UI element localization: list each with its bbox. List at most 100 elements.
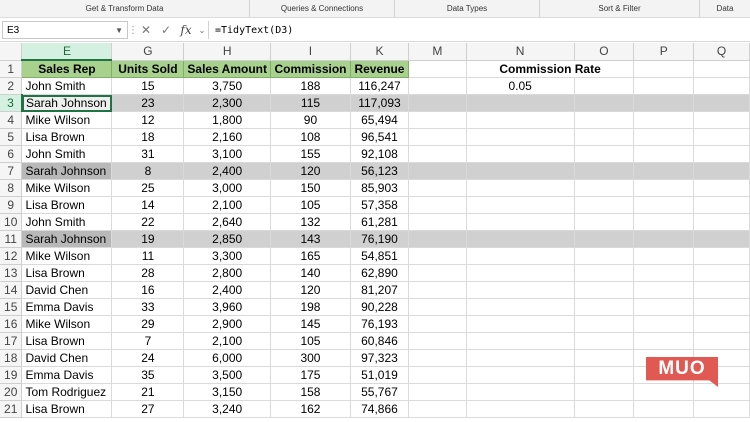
cell[interactable]	[408, 128, 467, 146]
row-header[interactable]: 10	[0, 213, 23, 231]
cell-sales-rep[interactable]: Mike Wilson	[21, 179, 113, 197]
cell[interactable]	[693, 145, 750, 163]
cell-units-sold[interactable]: 29	[111, 315, 185, 333]
cell[interactable]	[466, 247, 575, 265]
cell-sales-rep[interactable]: John Smith	[21, 77, 113, 95]
cell[interactable]	[693, 264, 750, 282]
cell[interactable]	[466, 162, 575, 180]
cell-revenue[interactable]: 116,247	[350, 77, 409, 95]
cell[interactable]	[633, 264, 695, 282]
row-header[interactable]: 4	[0, 111, 23, 129]
cell-sales-amount[interactable]: 3,150	[183, 383, 271, 401]
cell[interactable]	[693, 213, 750, 231]
cell-sales-rep[interactable]: Mike Wilson	[21, 315, 113, 333]
cell-commission[interactable]: 115	[270, 94, 351, 112]
row-header[interactable]: 7	[0, 162, 23, 180]
cell-sales-amount[interactable]: 1,800	[183, 111, 271, 129]
cell-sales-amount[interactable]: 3,500	[183, 366, 271, 384]
cell[interactable]	[693, 196, 750, 214]
cell[interactable]	[633, 332, 695, 350]
cell[interactable]	[466, 230, 575, 248]
cell-units-sold[interactable]: 15	[111, 77, 185, 95]
header-sales-amount[interactable]: Sales Amount	[183, 60, 271, 78]
cell[interactable]	[408, 332, 467, 350]
cell-sales-amount[interactable]: 2,300	[183, 94, 271, 112]
cell-units-sold[interactable]: 35	[111, 366, 185, 384]
cell[interactable]	[633, 400, 695, 418]
chevron-down-icon[interactable]: ▼	[115, 26, 123, 35]
row-header[interactable]: 6	[0, 145, 23, 163]
cell[interactable]	[408, 349, 467, 367]
cell-commission[interactable]: 120	[270, 162, 351, 180]
cell-commission[interactable]: 105	[270, 332, 351, 350]
cell-sales-amount[interactable]: 2,100	[183, 332, 271, 350]
cell[interactable]	[574, 196, 635, 214]
cell-sales-rep[interactable]: Lisa Brown	[21, 400, 113, 418]
cell[interactable]	[633, 77, 695, 95]
col-header-m[interactable]: M	[408, 43, 467, 61]
cell[interactable]	[466, 332, 575, 350]
cell-sales-amount[interactable]: 3,750	[183, 77, 271, 95]
cell-revenue[interactable]: 117,093	[350, 94, 409, 112]
cell-sales-amount[interactable]: 3,000	[183, 179, 271, 197]
cell-units-sold[interactable]: 12	[111, 111, 185, 129]
row-header[interactable]: 11	[0, 230, 23, 248]
cell-commission[interactable]: 120	[270, 281, 351, 299]
cell-units-sold[interactable]: 21	[111, 383, 185, 401]
cell[interactable]	[693, 77, 750, 95]
cell-commission[interactable]: 150	[270, 179, 351, 197]
cell[interactable]	[693, 383, 750, 401]
cell-sales-rep[interactable]: Emma Davis	[21, 366, 113, 384]
cell[interactable]	[693, 298, 750, 316]
col-header-q[interactable]: Q	[693, 43, 750, 61]
commission-rate-value[interactable]: 0.05	[466, 77, 575, 95]
cell[interactable]	[633, 179, 695, 197]
header-units-sold[interactable]: Units Sold	[111, 60, 185, 78]
cell[interactable]	[466, 315, 575, 333]
row-header[interactable]: 9	[0, 196, 23, 214]
cell-commission[interactable]: 143	[270, 230, 351, 248]
cell-units-sold[interactable]: 23	[111, 94, 185, 112]
cell[interactable]	[408, 264, 467, 282]
cell[interactable]	[693, 332, 750, 350]
cell[interactable]	[633, 298, 695, 316]
cell[interactable]	[693, 247, 750, 265]
cell-commission[interactable]: 145	[270, 315, 351, 333]
cell[interactable]	[693, 94, 750, 112]
cell[interactable]	[466, 111, 575, 129]
cell-commission[interactable]: 105	[270, 196, 351, 214]
cell-revenue[interactable]: 97,323	[350, 349, 409, 367]
cell-commission[interactable]: 175	[270, 366, 351, 384]
cell[interactable]	[408, 230, 467, 248]
cell-revenue[interactable]: 61,281	[350, 213, 409, 231]
row-header[interactable]: 5	[0, 128, 23, 146]
cell[interactable]	[466, 213, 575, 231]
cell[interactable]	[574, 111, 635, 129]
cell[interactable]	[693, 179, 750, 197]
cell-sales-rep[interactable]: Lisa Brown	[21, 128, 113, 146]
cell[interactable]	[408, 77, 467, 95]
cell-sales-amount[interactable]: 2,640	[183, 213, 271, 231]
cell[interactable]	[574, 77, 635, 95]
cell[interactable]	[408, 247, 467, 265]
cell-revenue[interactable]: 62,890	[350, 264, 409, 282]
cell[interactable]	[574, 298, 635, 316]
header-revenue[interactable]: Revenue	[350, 60, 409, 78]
cell[interactable]	[693, 111, 750, 129]
row-header[interactable]: 19	[0, 366, 23, 384]
cell[interactable]	[633, 247, 695, 265]
cell-sales-amount[interactable]: 2,850	[183, 230, 271, 248]
cell[interactable]	[466, 383, 575, 401]
col-header-h[interactable]: H	[183, 43, 271, 61]
cell-sales-rep[interactable]: Tom Rodriguez	[21, 383, 113, 401]
cell[interactable]	[633, 281, 695, 299]
cell[interactable]	[408, 383, 467, 401]
cell[interactable]	[574, 264, 635, 282]
col-header-k[interactable]: K	[350, 43, 409, 61]
cell-units-sold[interactable]: 25	[111, 179, 185, 197]
cell[interactable]	[574, 400, 635, 418]
cell-sales-rep[interactable]: Mike Wilson	[21, 247, 113, 265]
cell[interactable]	[408, 111, 467, 129]
cell-sales-amount[interactable]: 6,000	[183, 349, 271, 367]
cell-sales-rep[interactable]: Emma Davis	[21, 298, 113, 316]
